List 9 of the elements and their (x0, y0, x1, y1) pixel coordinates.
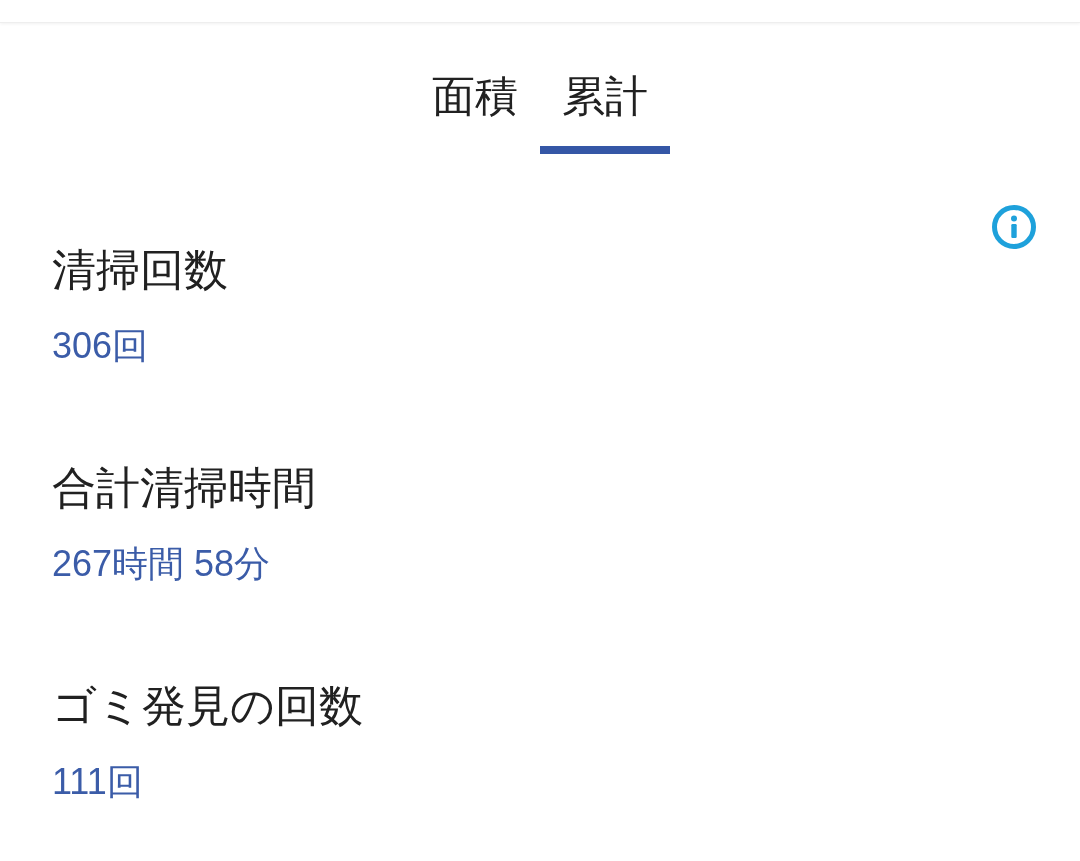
stat-value: 111回 (52, 762, 143, 802)
info-icon[interactable] (992, 205, 1036, 249)
stat-value: 306回 (52, 326, 149, 366)
stat-label: 清掃回数 (52, 244, 228, 296)
stat-value: 267時間 58分 (52, 544, 271, 584)
stat-label: ゴミ発見の回数 (52, 680, 363, 732)
stat-label: 合計清掃時間 (52, 462, 316, 514)
tab[interactable]: 面積 (410, 62, 540, 154)
tab[interactable]: 累計 (540, 62, 670, 154)
